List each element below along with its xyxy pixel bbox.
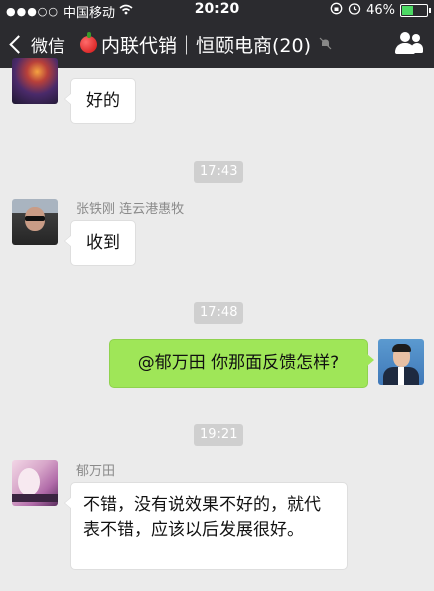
back-label: 微信 [31, 37, 65, 57]
battery-percent: 46% [366, 3, 395, 18]
chat-title-text: 内联代销｜恒颐电商(20) [101, 35, 312, 57]
mute-bell-icon [319, 37, 332, 53]
message-bubble[interactable]: 好的 [64, 78, 136, 124]
battery-icon [400, 4, 431, 17]
rotation-lock-icon [330, 2, 343, 19]
battery-fill [402, 6, 413, 15]
back-button[interactable]: 微信 [8, 32, 65, 57]
contacts-icon [412, 34, 420, 42]
message-bubble[interactable]: 收到 [64, 220, 136, 266]
group-members-button[interactable] [394, 32, 424, 56]
timestamp: 17:48 [194, 302, 244, 324]
message-bubble-outgoing[interactable]: @郁万田 你那面反馈怎样? [109, 339, 374, 388]
status-indicators: 46% [330, 2, 431, 19]
message-bubble[interactable]: 不错，没有说效果不好的，就代表不错，应该以后发展很好。 [64, 482, 348, 570]
avatar[interactable] [12, 58, 58, 104]
avatar[interactable] [12, 199, 58, 245]
chevron-left-icon [9, 35, 28, 54]
sender-name: 张铁刚 连云港惠牧 [76, 202, 185, 217]
timestamp: 19:21 [194, 424, 244, 446]
chat-title: 内联代销｜恒颐电商(20) [80, 31, 332, 58]
avatar[interactable] [12, 460, 58, 506]
nav-bar: 微信 内联代销｜恒颐电商(20) [0, 20, 434, 68]
alarm-icon [348, 2, 361, 19]
timestamp: 17:43 [194, 161, 244, 183]
apple-icon [80, 32, 97, 53]
status-bar: ●●●○○ 中国移动 20:20 46% [0, 0, 434, 21]
sender-name: 郁万田 [76, 464, 116, 479]
avatar-self[interactable] [378, 339, 424, 385]
